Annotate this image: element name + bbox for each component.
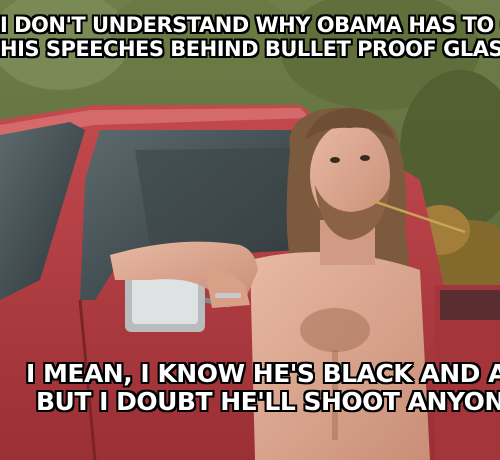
bottom-caption-line-2: BUT I DOUBT HE'LL SHOOT ANYONE. xyxy=(35,386,500,416)
top-caption-line-2: HIS SPEECHES BEHIND BULLET PROOF GLASS. xyxy=(0,36,500,61)
bottom-caption-line-1: I MEAN, I KNOW HE'S BLACK AND ALL, xyxy=(25,359,500,388)
rings xyxy=(215,293,241,298)
top-caption-line-1: I DON'T UNDERSTAND WHY OBAMA HAS TO GIVE xyxy=(0,13,500,38)
bare-torso xyxy=(250,252,430,460)
top-caption: I DON'T UNDERSTAND WHY OBAMA HAS TO GIVE… xyxy=(0,13,500,61)
bottom-caption: I MEAN, I KNOW HE'S BLACK AND ALL, BUT I… xyxy=(25,359,500,416)
meme-image: I DON'T UNDERSTAND WHY OBAMA HAS TO GIVE… xyxy=(0,0,500,460)
